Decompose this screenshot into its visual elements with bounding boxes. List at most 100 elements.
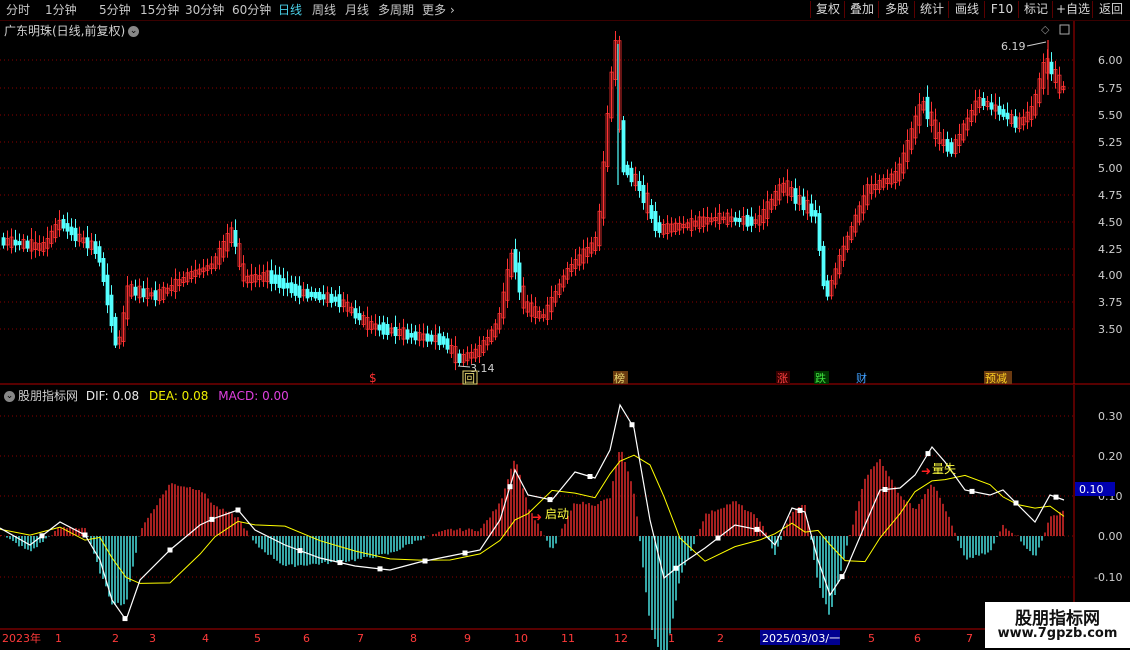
marker-dollar[interactable]: $ <box>369 371 377 385</box>
time-label: 10 <box>514 632 528 645</box>
candle-body <box>713 217 718 221</box>
dea-line <box>0 454 1065 584</box>
indicator-tick: 0.20 <box>1098 450 1123 463</box>
candle-body <box>613 40 618 80</box>
fuquan-button[interactable]: 复权 <box>810 1 845 18</box>
candle-body <box>961 123 966 141</box>
candle-body <box>821 245 826 287</box>
candle-body <box>409 333 414 338</box>
candle-body <box>945 138 950 152</box>
candle-body <box>777 184 782 201</box>
watermark-url: www.7gpzb.com <box>997 626 1118 641</box>
marker-list[interactable]: 榜 <box>614 371 625 385</box>
candle-body <box>1053 69 1058 83</box>
candle-body <box>93 241 98 254</box>
window-toggle-icon[interactable] <box>1059 24 1070 35</box>
candle-body <box>621 120 626 173</box>
time-label: 2023年 <box>2 631 41 645</box>
price-tick: 6.00 <box>1098 54 1123 67</box>
candle-body <box>377 324 382 331</box>
candle-body <box>869 184 874 194</box>
mark-button[interactable]: 标记 <box>1018 1 1053 18</box>
candle-body <box>37 243 42 251</box>
tab-daily[interactable]: 日线 <box>278 2 302 18</box>
candle-body <box>169 285 174 291</box>
price-tick: 3.50 <box>1098 323 1123 336</box>
marker-finance[interactable]: 财 <box>856 371 867 385</box>
candle-body <box>609 71 614 119</box>
dif-marker <box>167 547 173 553</box>
chevron-down-icon[interactable]: ⌄ <box>128 26 140 37</box>
candle-body <box>349 306 354 314</box>
candle-body <box>457 353 462 364</box>
statistics-button[interactable]: 统计 <box>914 1 949 18</box>
tab-multi-period[interactable]: 多周期 <box>378 2 414 18</box>
marker-box <box>776 371 790 384</box>
watermark: 股朋指标网 www.7gpzb.com <box>985 602 1130 648</box>
candle-body <box>141 288 146 298</box>
tab-monthly[interactable]: 月线 <box>345 2 369 18</box>
period-toolbar: 分时 1分钟 5分钟 15分钟 30分钟 60分钟 日线 周线 月线 多周期 更… <box>0 0 1130 21</box>
tab-15min[interactable]: 15分钟 <box>140 2 179 18</box>
candle-body <box>501 291 506 319</box>
tab-intraday[interactable]: 分时 <box>6 2 30 18</box>
candle-body <box>1033 93 1038 116</box>
diamond-icon[interactable]: ◇ <box>1041 23 1050 36</box>
candle-body <box>325 292 330 303</box>
candle-body <box>365 316 370 330</box>
candle-body <box>541 314 546 318</box>
candle-body <box>261 272 266 282</box>
draw-line-button[interactable]: 画线 <box>948 1 985 18</box>
multi-stock-button[interactable]: 多股 <box>878 1 915 18</box>
candle-body <box>1049 61 1054 75</box>
tab-60min[interactable]: 60分钟 <box>232 2 271 18</box>
candle-body <box>649 205 654 219</box>
candle-body <box>101 258 106 282</box>
dif-marker <box>673 565 679 571</box>
tab-1min[interactable]: 1分钟 <box>45 2 77 18</box>
tab-weekly[interactable]: 周线 <box>312 2 336 18</box>
candle-body <box>153 290 158 301</box>
candle-body <box>237 243 242 267</box>
candle-body <box>509 252 514 278</box>
candle-body <box>341 299 346 308</box>
marker-rise[interactable]: 涨 <box>777 372 788 385</box>
candle-body <box>1009 114 1014 124</box>
candle-body <box>489 329 494 342</box>
dif-marker <box>507 484 513 490</box>
add-favorite-button[interactable]: +自选 <box>1052 1 1093 18</box>
candle-body <box>241 263 246 282</box>
candle-body <box>45 238 50 249</box>
candle-body <box>569 264 574 272</box>
chevron-down-icon[interactable]: ⌄ <box>4 391 15 402</box>
candle-body <box>985 101 990 107</box>
f10-button[interactable]: F10 <box>984 1 1019 18</box>
candle-body <box>49 230 54 244</box>
time-label: 5 <box>868 632 875 645</box>
marker-fall[interactable]: 跌 <box>815 371 826 385</box>
candle-body <box>853 214 858 233</box>
overlay-button[interactable]: 叠加 <box>844 1 879 18</box>
marker-return[interactable]: 回 <box>464 372 475 385</box>
time-label: 12 <box>614 632 628 645</box>
candle-body <box>225 233 230 252</box>
candle-body <box>177 279 182 287</box>
price-tick: 4.75 <box>1098 189 1123 202</box>
candle-body <box>105 274 110 306</box>
candle-body <box>405 329 410 340</box>
candle-body <box>181 277 186 283</box>
candle-body <box>929 111 934 126</box>
candle-body <box>589 242 594 254</box>
tab-more[interactable]: 更多 <box>422 2 446 18</box>
tab-5min[interactable]: 5分钟 <box>99 2 131 18</box>
candle-body <box>345 301 350 312</box>
candle-body <box>25 240 30 249</box>
chevron-right-icon[interactable]: › <box>450 2 455 18</box>
candle-body <box>289 282 294 294</box>
back-button[interactable]: 返回 <box>1092 1 1129 18</box>
marker-forecast-decrease[interactable]: 预减 <box>985 372 1007 385</box>
candle-body <box>897 163 902 182</box>
candle-body <box>693 220 698 227</box>
tab-30min[interactable]: 30分钟 <box>185 2 224 18</box>
candle-body <box>905 140 910 162</box>
